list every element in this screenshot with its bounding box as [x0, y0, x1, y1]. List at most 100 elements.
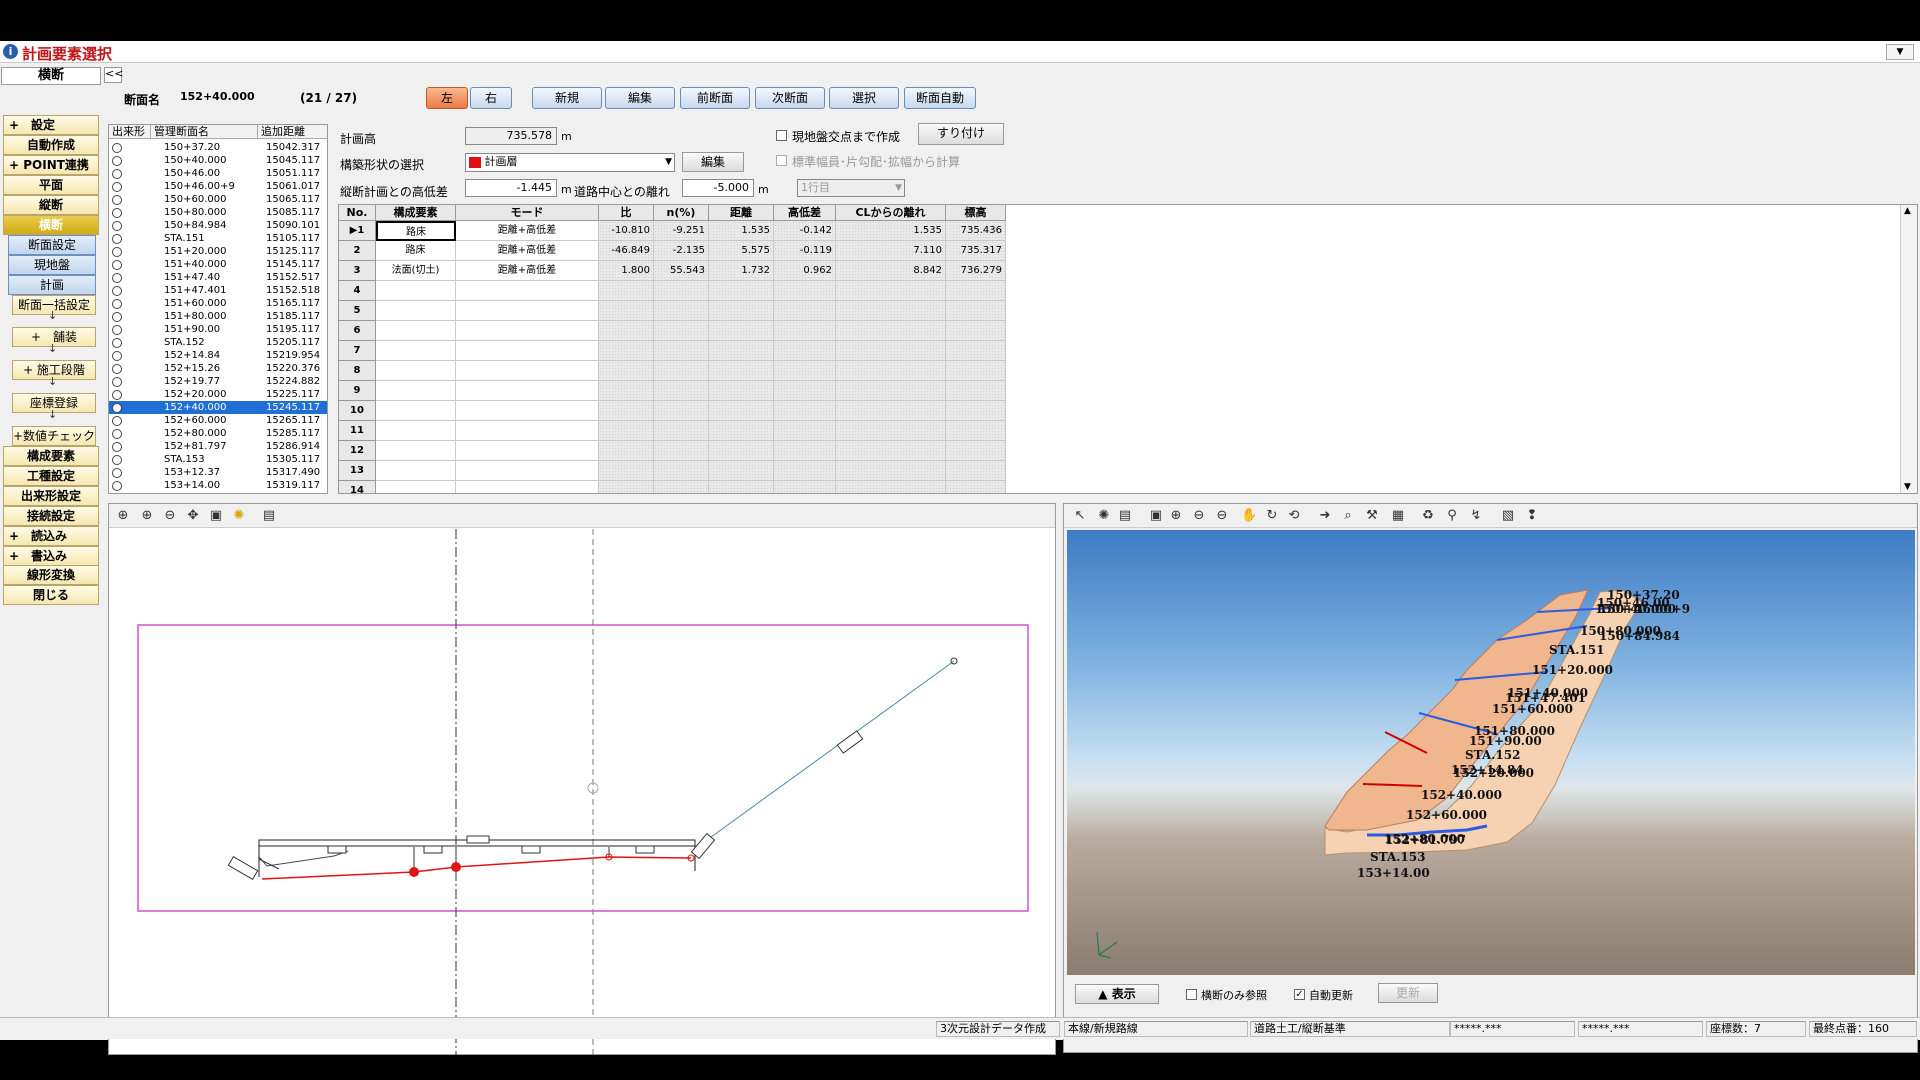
grid-cell[interactable]: 14: [339, 481, 376, 493]
zoom-in-alt-icon[interactable]: ⊕: [139, 508, 155, 524]
zoom-in-icon[interactable]: ⊕: [115, 508, 131, 524]
grid-cell[interactable]: 路床: [376, 241, 456, 261]
camera-icon[interactable]: ▦: [1390, 508, 1406, 524]
grid-cell[interactable]: [709, 321, 774, 341]
radio-button[interactable]: [112, 455, 122, 465]
grid-cell[interactable]: [774, 441, 836, 461]
radio-button[interactable]: [112, 208, 122, 218]
grid-scrollbar[interactable]: ▲ ▼: [1900, 205, 1917, 493]
grid-cell[interactable]: [946, 401, 1006, 421]
sidebar-item-21[interactable]: 閉じる: [3, 585, 99, 605]
standard-width-checkbox[interactable]: [776, 155, 787, 166]
grid-cell[interactable]: [709, 381, 774, 401]
right-side-button[interactable]: 右: [470, 87, 512, 109]
radio-button[interactable]: [112, 182, 122, 192]
list-item[interactable]: 150+60.000 15065.117: [109, 193, 327, 206]
element-grid[interactable]: No. 構成要素 モード比 n(%) 距離 高低差 CLからの離れ 標高 ▶1 路床 距離+高低差…: [338, 204, 1918, 494]
sidebar-item-16[interactable]: 出来形設定: [3, 486, 99, 506]
grid-cell[interactable]: [654, 381, 709, 401]
measure-icon[interactable]: ⚒: [1364, 508, 1380, 524]
grid-cell[interactable]: [774, 481, 836, 493]
grid-cell[interactable]: 8: [339, 361, 376, 381]
grid-cell[interactable]: -9.251: [654, 221, 709, 241]
grid-cell[interactable]: 法面(切土): [376, 261, 456, 281]
grid-cell[interactable]: [654, 481, 709, 493]
window-menu-dropdown[interactable]: ▼: [1886, 44, 1914, 60]
grid-cell[interactable]: [654, 421, 709, 441]
header-button-3[interactable]: 次断面: [755, 87, 825, 109]
grid-cell[interactable]: [946, 341, 1006, 361]
radio-button[interactable]: [112, 403, 122, 413]
grid-cell[interactable]: 55.543: [654, 261, 709, 281]
radio-button[interactable]: [112, 247, 122, 257]
control-point-1[interactable]: [409, 867, 419, 877]
grid-cell[interactable]: [946, 361, 1006, 381]
grid-cell[interactable]: [599, 321, 654, 341]
list-item[interactable]: STA.152 15205.117: [109, 336, 327, 349]
grid-cell[interactable]: 1.535: [709, 221, 774, 241]
grid-cell[interactable]: [599, 401, 654, 421]
radio-button[interactable]: [112, 221, 122, 231]
grid-cell[interactable]: [599, 421, 654, 441]
radio-button[interactable]: [112, 325, 122, 335]
cross-section-2d-view[interactable]: ⊕ ⊕ ⊖ ✥ ▣ ✺ ▤: [108, 503, 1056, 1055]
grid-cell[interactable]: [774, 401, 836, 421]
list-item[interactable]: 152+60.000 15265.117: [109, 414, 327, 427]
grid-cell[interactable]: [456, 421, 599, 441]
grid-cell[interactable]: 距離+高低差: [456, 221, 599, 241]
list-item[interactable]: 152+20.000 15225.117: [109, 388, 327, 401]
tool-a-icon[interactable]: ♻: [1420, 508, 1436, 524]
header-button-1[interactable]: 編集: [605, 87, 675, 109]
light-icon[interactable]: ✺: [231, 508, 247, 524]
print-icon[interactable]: ▤: [1117, 508, 1133, 524]
list-item[interactable]: 153+14.00 15319.117: [109, 479, 327, 492]
rotate-icon[interactable]: ↻: [1264, 508, 1280, 524]
sidebar-item-19[interactable]: + 書込み: [3, 546, 99, 566]
radio-button[interactable]: [112, 286, 122, 296]
radio-button[interactable]: [112, 429, 122, 439]
grid-cell[interactable]: 4: [339, 281, 376, 301]
radio-button[interactable]: [112, 377, 122, 387]
grid-cell[interactable]: [376, 341, 456, 361]
list-item[interactable]: STA.151 15105.117: [109, 232, 327, 245]
radio-button[interactable]: [112, 481, 122, 491]
grid-cell[interactable]: [376, 301, 456, 321]
grid-cell[interactable]: [774, 281, 836, 301]
grid-cell[interactable]: 11: [339, 421, 376, 441]
sidebar-item-18[interactable]: + 読込み: [3, 526, 99, 546]
grid-cell[interactable]: [709, 421, 774, 441]
grid-cell[interactable]: [709, 461, 774, 481]
sidebar-item-1[interactable]: 自動作成: [3, 135, 99, 155]
grid-cell[interactable]: [599, 381, 654, 401]
radio-button[interactable]: [112, 169, 122, 179]
grid-cell[interactable]: 8.842: [836, 261, 946, 281]
grid-cell[interactable]: [774, 381, 836, 401]
zoom-out-alt-icon[interactable]: ⊖: [1214, 508, 1230, 524]
vertical-diff-field[interactable]: -1.445: [465, 179, 557, 197]
grid-cell[interactable]: 2: [339, 241, 376, 261]
grid-cell[interactable]: [599, 281, 654, 301]
grid-cell[interactable]: 735.436: [946, 221, 1006, 241]
radio-button[interactable]: [112, 260, 122, 270]
grid-cell[interactable]: [654, 321, 709, 341]
grid-cell[interactable]: [836, 441, 946, 461]
grid-cell[interactable]: [836, 341, 946, 361]
grid-cell[interactable]: [774, 361, 836, 381]
grid-cell[interactable]: -46.849: [599, 241, 654, 261]
grid-cell[interactable]: [376, 481, 456, 493]
grid-cell[interactable]: [836, 421, 946, 441]
grid-cell[interactable]: [774, 421, 836, 441]
grid-cell[interactable]: [376, 321, 456, 341]
grid-cell[interactable]: [774, 321, 836, 341]
grid-cell[interactable]: [836, 381, 946, 401]
grid-cell[interactable]: [709, 341, 774, 361]
grid-cell[interactable]: 12: [339, 441, 376, 461]
tool-b-icon[interactable]: ⚲: [1444, 508, 1460, 524]
rotate-alt-icon[interactable]: ⟲: [1286, 508, 1302, 524]
grid-cell[interactable]: [836, 281, 946, 301]
sidebar-item-8[interactable]: 計画: [8, 275, 96, 295]
grid-cell[interactable]: 0.962: [774, 261, 836, 281]
grid-cell[interactable]: [836, 321, 946, 341]
list-item[interactable]: 150+37.20 15042.317: [109, 141, 327, 154]
grid-cell[interactable]: [456, 321, 599, 341]
